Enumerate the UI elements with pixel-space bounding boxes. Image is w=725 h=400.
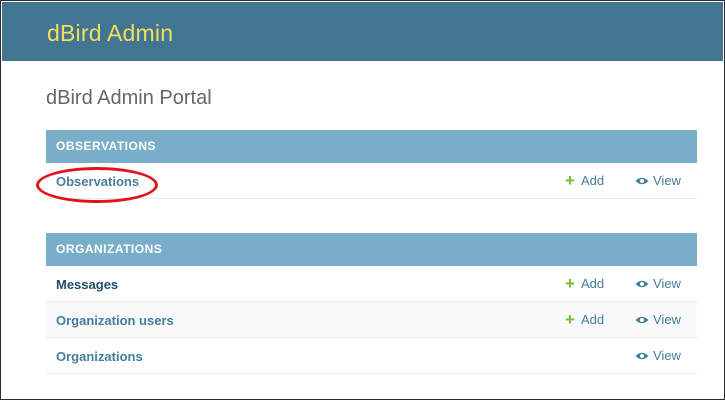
- plus-icon: +: [565, 310, 575, 329]
- add-label: Add: [580, 276, 605, 291]
- eye-icon: [635, 351, 649, 361]
- add-message-button[interactable]: + Add: [565, 274, 605, 293]
- eye-icon: [635, 315, 649, 325]
- view-observations-button[interactable]: View: [635, 173, 681, 188]
- module-organizations: ORGANIZATIONS Messages + Add View Organi…: [46, 233, 697, 374]
- add-organization-user-button[interactable]: + Add: [565, 310, 605, 329]
- view-messages-button[interactable]: View: [635, 276, 681, 291]
- module-header-organizations[interactable]: ORGANIZATIONS: [46, 233, 697, 266]
- page-frame: dBird Admin dBird Admin Portal OBSERVATI…: [0, 0, 725, 400]
- table-row-messages: Messages + Add View: [46, 266, 697, 302]
- table-row-organization-users: Organization users + Add View: [46, 302, 697, 338]
- view-label: View: [653, 173, 681, 188]
- add-label: Add: [580, 312, 605, 327]
- view-label: View: [653, 348, 681, 363]
- view-label: View: [653, 312, 681, 327]
- plus-icon: +: [565, 171, 575, 190]
- site-title-link[interactable]: dBird Admin: [47, 20, 173, 47]
- model-link-observations[interactable]: Observations: [56, 174, 139, 189]
- view-label: View: [653, 276, 681, 291]
- site-header: dBird Admin: [2, 2, 723, 61]
- model-link-messages[interactable]: Messages: [56, 277, 118, 292]
- model-link-organizations[interactable]: Organizations: [56, 349, 143, 364]
- eye-icon: [635, 279, 649, 289]
- table-row-organizations: Organizations View: [46, 338, 697, 374]
- view-organizations-button[interactable]: View: [635, 348, 681, 363]
- table-row-observations: Observations + Add View: [46, 163, 697, 199]
- page-title: dBird Admin Portal: [46, 87, 212, 109]
- plus-icon: +: [565, 274, 575, 293]
- add-label: Add: [580, 173, 605, 188]
- view-organization-users-button[interactable]: View: [635, 312, 681, 327]
- eye-icon: [635, 176, 649, 186]
- module-header-observations[interactable]: OBSERVATIONS: [46, 130, 697, 163]
- module-observations: OBSERVATIONS Observations + Add View: [46, 130, 697, 199]
- add-observation-button[interactable]: + Add: [565, 171, 605, 190]
- model-link-organization-users[interactable]: Organization users: [56, 313, 174, 328]
